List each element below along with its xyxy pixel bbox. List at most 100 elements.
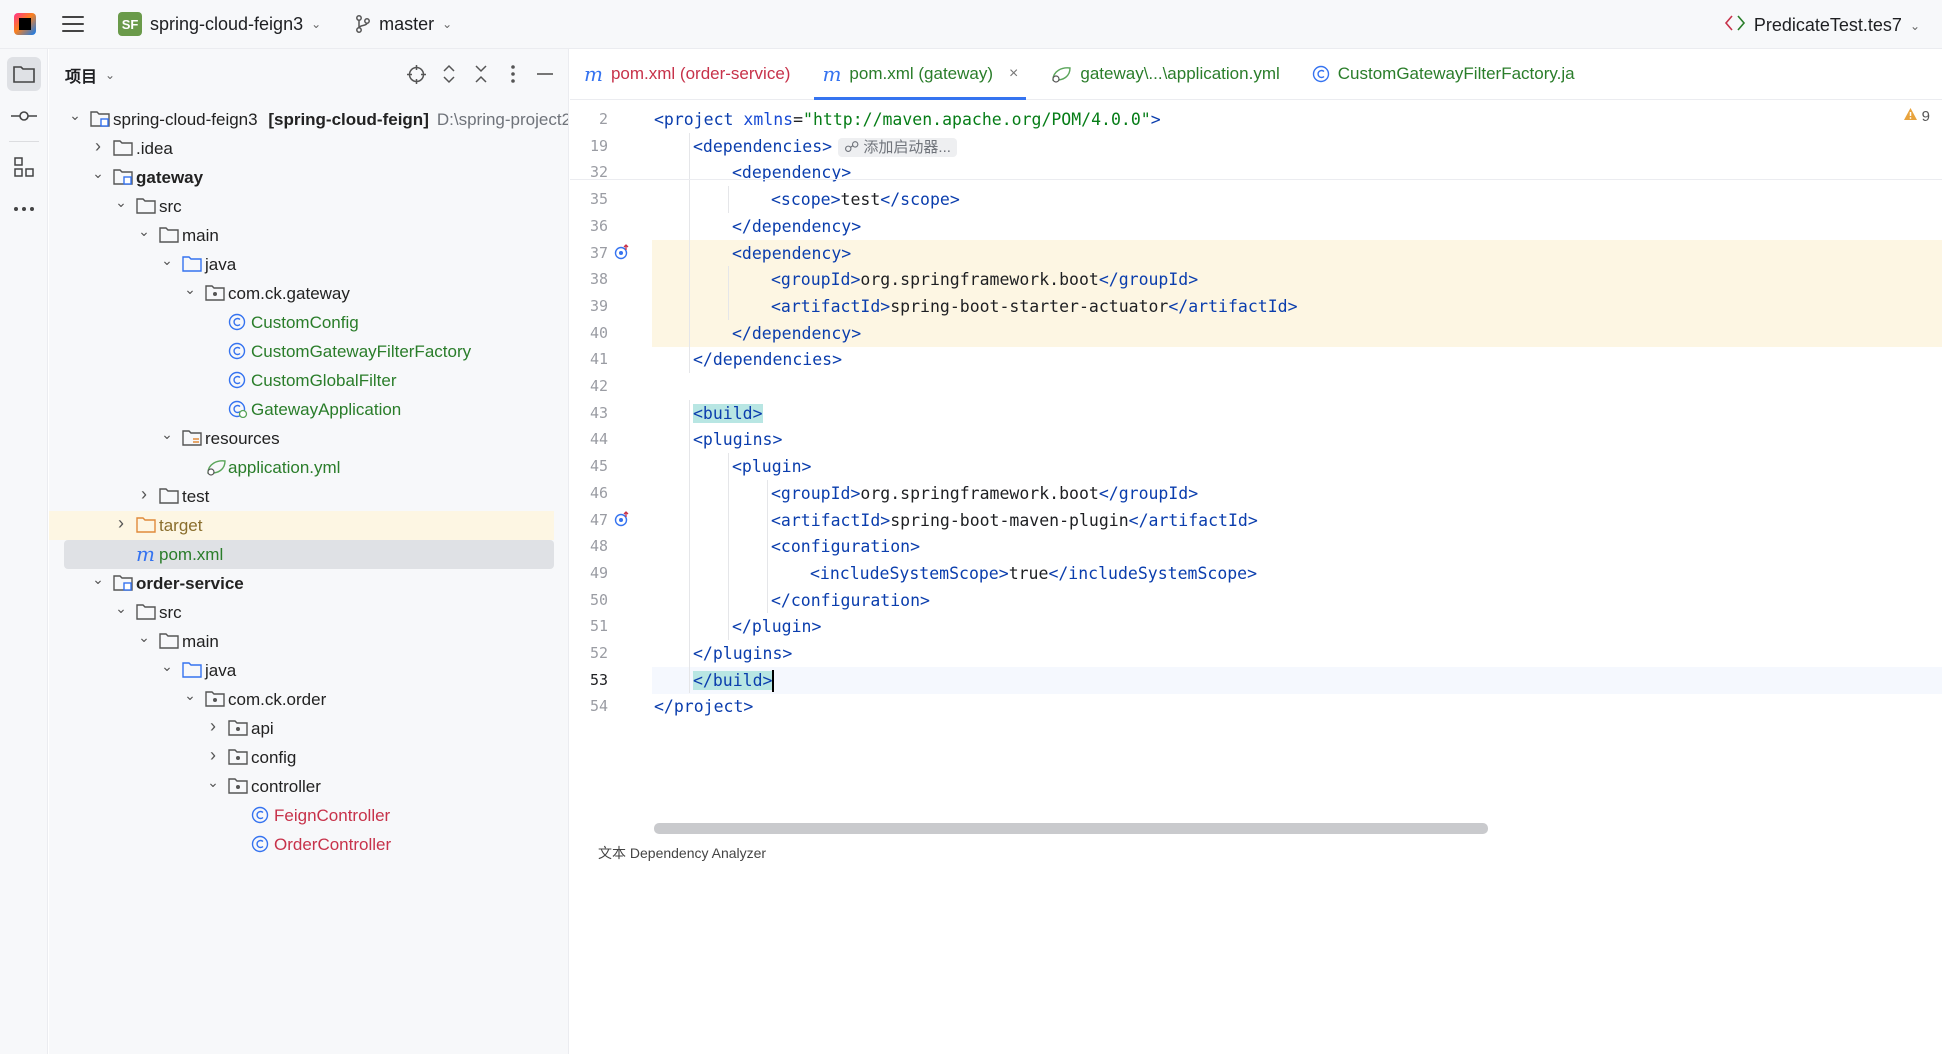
- code-line[interactable]: <project xmlns="http://maven.apache.org/…: [652, 106, 1942, 133]
- chevron-down-icon[interactable]: ⌄: [442, 17, 452, 31]
- code-line[interactable]: <artifactId>spring-boot-maven-plugin</ar…: [652, 507, 1942, 534]
- tree-row[interactable]: ⌄ main: [49, 627, 554, 656]
- commit-icon[interactable]: [7, 99, 41, 133]
- tree-row[interactable]: ⌄ com.ck.gateway: [49, 279, 554, 308]
- chevron-down-icon[interactable]: ⌄: [1910, 19, 1920, 33]
- chevron-down-icon[interactable]: ⌄: [115, 600, 127, 616]
- tree-row[interactable]: ⌄ spring-cloud-feign3 [spring-cloud-feign…: [49, 105, 568, 134]
- chevron-down-icon[interactable]: ⌄: [105, 68, 115, 82]
- project-folder-icon[interactable]: [7, 57, 41, 91]
- more-tools-icon[interactable]: [7, 192, 41, 226]
- code-line[interactable]: <groupId>org.springframework.boot</group…: [652, 480, 1942, 507]
- code-line[interactable]: </dependency>: [652, 319, 1942, 347]
- editor-tab[interactable]: m pom.xml (order-service): [570, 49, 806, 99]
- chevron-down-icon[interactable]: ⌄: [311, 17, 321, 31]
- code-line[interactable]: </dependency>: [652, 213, 1942, 240]
- intellij-logo-icon[interactable]: [14, 13, 36, 35]
- code-line[interactable]: <configuration>: [652, 533, 1942, 560]
- tree-row[interactable]: ⌄ controller: [49, 772, 554, 801]
- project-name[interactable]: spring-cloud-feign3: [150, 14, 303, 35]
- tree-row[interactable]: ⌄ resources: [49, 424, 554, 453]
- tree-row[interactable]: › config: [49, 743, 554, 772]
- tree-row[interactable]: FeignController: [49, 801, 554, 830]
- maven-dependency-gutter-icon[interactable]: [614, 510, 630, 532]
- chevron-down-icon[interactable]: ⌄: [161, 658, 173, 674]
- tree-row[interactable]: OrderController: [49, 830, 554, 859]
- horizontal-scrollbar[interactable]: [654, 823, 1488, 834]
- chevron-right-icon[interactable]: ›: [92, 136, 104, 156]
- chevron-down-icon[interactable]: ⌄: [115, 194, 127, 210]
- tree-row[interactable]: CustomConfig: [49, 308, 554, 337]
- chevron-down-icon[interactable]: ⌄: [161, 252, 173, 268]
- branch-name[interactable]: master: [379, 14, 434, 35]
- add-starter-hint[interactable]: ☍ 添加启动器...: [838, 137, 957, 157]
- editor-tab[interactable]: CustomGatewayFilterFactory.ja: [1296, 49, 1591, 99]
- maven-dependency-gutter-icon[interactable]: [614, 243, 630, 265]
- editor-tab[interactable]: gateway\...\application.yml: [1034, 49, 1295, 99]
- tree-row[interactable]: CustomGatewayFilterFactory: [49, 337, 554, 366]
- chevron-down-icon[interactable]: ⌄: [184, 281, 196, 297]
- project-badge[interactable]: SF: [118, 12, 142, 36]
- tree-row[interactable]: ⌄ main: [49, 221, 554, 250]
- tree-row[interactable]: › .idea: [49, 134, 554, 163]
- hide-panel-icon[interactable]: [535, 63, 554, 85]
- chevron-down-icon[interactable]: ⌄: [184, 687, 196, 703]
- code-line[interactable]: <dependency>: [652, 159, 1942, 186]
- tree-row[interactable]: ⌄ java: [49, 250, 554, 279]
- editor-tab[interactable]: m pom.xml (gateway) ×: [806, 49, 1034, 100]
- code-line[interactable]: </project>: [652, 693, 1942, 720]
- code-line[interactable]: </plugin>: [652, 613, 1942, 640]
- line-number: 37: [589, 243, 608, 262]
- tree-row[interactable]: ⌄ src: [49, 192, 554, 221]
- options-icon[interactable]: [503, 63, 522, 85]
- bottom-tabs-label[interactable]: 文本 Dependency Analyzer: [598, 843, 766, 863]
- code-line[interactable]: <artifactId>spring-boot-starter-actuator…: [652, 292, 1942, 320]
- tree-row[interactable]: CustomGlobalFilter: [49, 366, 554, 395]
- tree-row[interactable]: ⌄ java: [49, 656, 554, 685]
- chevron-right-icon[interactable]: ›: [207, 716, 219, 736]
- collapse-all-icon[interactable]: [471, 63, 490, 85]
- chevron-right-icon[interactable]: ›: [207, 745, 219, 765]
- tree-row[interactable]: m pom.xml: [64, 540, 554, 569]
- run-config-selector[interactable]: PredicateTest.tes7 ⌄: [1724, 13, 1920, 38]
- code-line[interactable]: <dependencies> ☍ 添加启动器...: [652, 133, 1942, 160]
- close-tab-icon[interactable]: ×: [1009, 65, 1018, 83]
- chevron-right-icon[interactable]: ›: [138, 484, 150, 504]
- tree-row[interactable]: ⌄ src: [49, 598, 554, 627]
- code-line[interactable]: [652, 373, 1942, 400]
- code-line[interactable]: </dependencies>: [652, 346, 1942, 373]
- main-menu-icon[interactable]: [62, 16, 84, 32]
- tree-row[interactable]: › api: [49, 714, 554, 743]
- chevron-down-icon[interactable]: ⌄: [161, 426, 173, 442]
- chevron-down-icon[interactable]: ⌄: [69, 107, 81, 123]
- chevron-down-icon[interactable]: ⌄: [138, 223, 150, 239]
- chevron-down-icon[interactable]: ⌄: [138, 629, 150, 645]
- code-line[interactable]: </plugins>: [652, 640, 1942, 667]
- structure-icon[interactable]: [7, 150, 41, 184]
- code-line[interactable]: <plugin>: [652, 453, 1942, 480]
- code-line[interactable]: <scope>test</scope>: [652, 186, 1942, 213]
- tree-row[interactable]: GatewayApplication: [49, 395, 554, 424]
- code-area[interactable]: <project xmlns="http://maven.apache.org/…: [652, 100, 1942, 1054]
- chevron-down-icon[interactable]: ⌄: [92, 571, 104, 587]
- tree-row[interactable]: ⌄ gateway: [49, 163, 554, 192]
- tree-row[interactable]: application.yml: [49, 453, 554, 482]
- code-line[interactable]: <dependency>: [652, 239, 1942, 267]
- code-line[interactable]: </build>: [652, 666, 1942, 694]
- panel-title[interactable]: 项目: [65, 63, 97, 87]
- tree-row[interactable]: › test: [49, 482, 554, 511]
- chevron-right-icon[interactable]: ›: [115, 513, 127, 533]
- code-line[interactable]: </configuration>: [652, 587, 1942, 614]
- tree-row[interactable]: ⌄ order-service: [49, 569, 554, 598]
- code-line[interactable]: <groupId>org.springframework.boot</group…: [652, 266, 1942, 294]
- code-line[interactable]: <build>: [652, 400, 1942, 427]
- tree-row[interactable]: ⌄ com.ck.order: [49, 685, 554, 714]
- tree-row[interactable]: › target: [49, 511, 554, 540]
- expand-all-icon[interactable]: [439, 63, 458, 85]
- chevron-down-icon[interactable]: ⌄: [207, 774, 219, 790]
- locate-icon[interactable]: [407, 63, 426, 85]
- git-branch-icon[interactable]: [355, 15, 371, 33]
- code-line[interactable]: <includeSystemScope>true</includeSystemS…: [652, 560, 1942, 587]
- code-line[interactable]: <plugins>: [652, 426, 1942, 453]
- chevron-down-icon[interactable]: ⌄: [92, 165, 104, 181]
